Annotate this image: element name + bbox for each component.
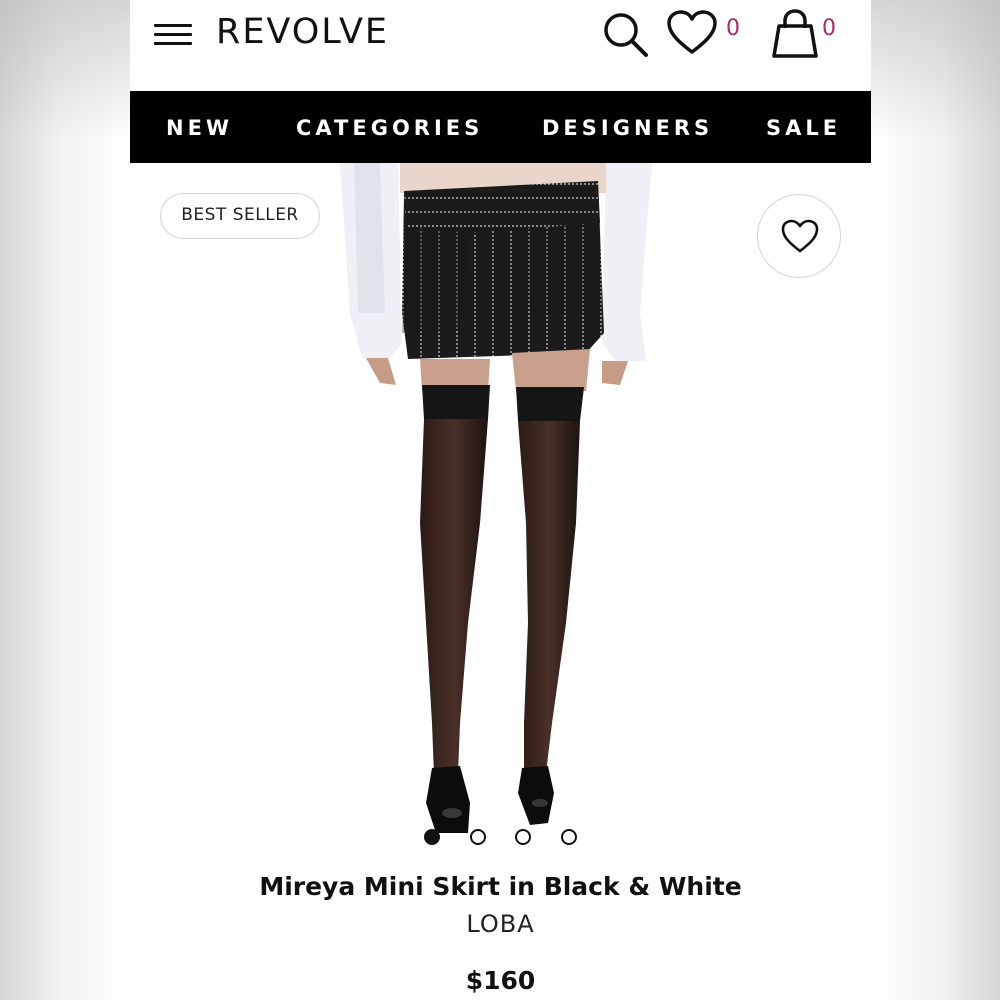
- carousel-dot-2[interactable]: [470, 829, 486, 845]
- product-image-carousel[interactable]: BEST SELLER: [130, 163, 871, 863]
- product-page: REVOLVE 0 0 NEW CATEGORIES DESIGNERS SAL…: [130, 0, 871, 1000]
- nav-designers[interactable]: DESIGNERS: [542, 116, 713, 140]
- add-to-wishlist-button[interactable]: [757, 194, 841, 278]
- nav-sale[interactable]: SALE: [766, 116, 841, 140]
- menu-icon[interactable]: [154, 22, 194, 48]
- site-logo[interactable]: REVOLVE: [216, 12, 389, 52]
- search-icon[interactable]: [600, 8, 652, 60]
- product-title: Mireya Mini Skirt in Black & White: [259, 872, 742, 901]
- wishlist-count: 0: [726, 16, 740, 41]
- product-price: $160: [465, 966, 536, 995]
- nav-new[interactable]: NEW: [166, 116, 233, 140]
- product-brand[interactable]: LOBA: [130, 910, 871, 938]
- carousel-dot-1[interactable]: [424, 829, 440, 845]
- bag-icon[interactable]: [770, 8, 820, 60]
- main-nav: NEW CATEGORIES DESIGNERS SALE: [130, 91, 871, 163]
- wishlist-heart-icon[interactable]: [666, 10, 718, 56]
- bag-count: 0: [822, 16, 836, 41]
- carousel-dot-3[interactable]: [515, 829, 531, 845]
- carousel-dots: [130, 829, 871, 849]
- header: REVOLVE 0 0: [130, 0, 871, 91]
- carousel-dot-4[interactable]: [561, 829, 577, 845]
- heart-icon: [781, 219, 819, 253]
- nav-categories[interactable]: CATEGORIES: [296, 116, 483, 140]
- product-photo: [340, 163, 652, 833]
- best-seller-badge: BEST SELLER: [160, 193, 320, 239]
